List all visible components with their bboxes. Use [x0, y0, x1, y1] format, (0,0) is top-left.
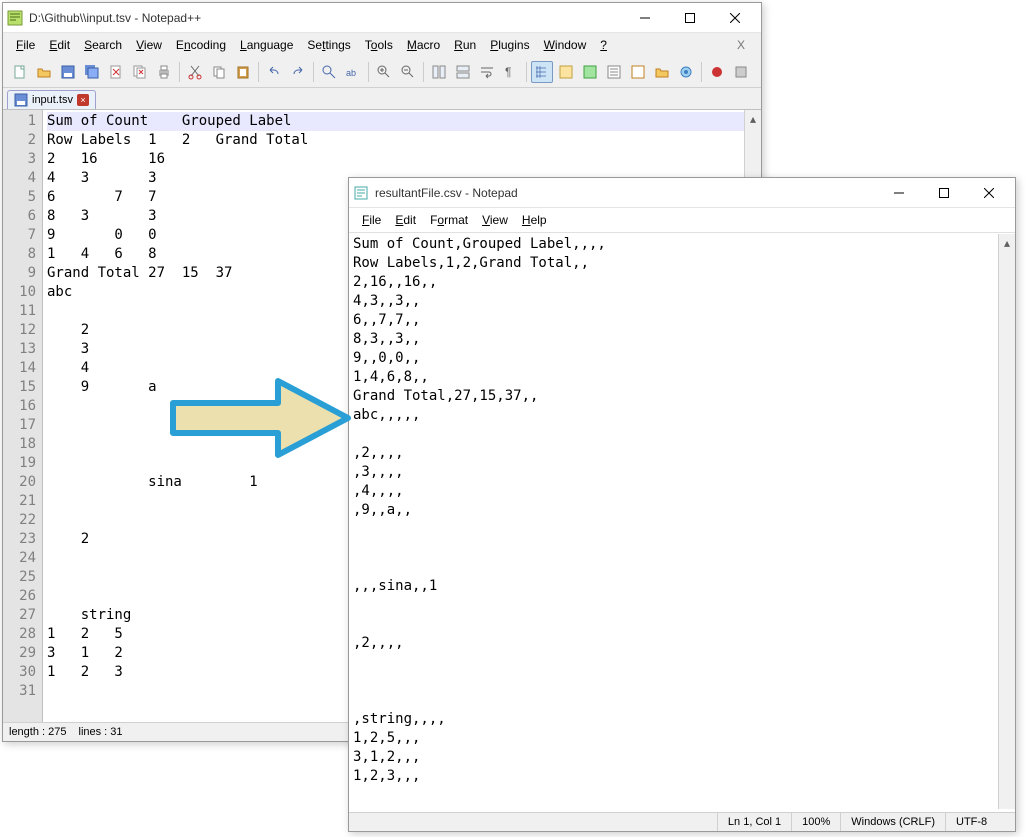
tab-label: input.tsv [32, 94, 73, 106]
transform-arrow-icon [168, 373, 353, 463]
close-all-icon[interactable] [129, 61, 151, 83]
menu-close-x[interactable]: X [727, 35, 755, 55]
wrap-icon[interactable] [476, 61, 498, 83]
np-title: resultantFile.csv - Notepad [375, 186, 876, 200]
svg-text:¶: ¶ [505, 65, 511, 79]
npp-toolbar: ab ¶ [3, 57, 761, 88]
find-icon[interactable] [318, 61, 340, 83]
status-zoom: 100% [791, 813, 840, 831]
menu-run[interactable]: Run [447, 35, 483, 55]
menu-window[interactable]: Window [537, 35, 594, 55]
folder-icon[interactable] [651, 61, 673, 83]
lang-ud-icon[interactable] [555, 61, 577, 83]
menu-view[interactable]: View [129, 35, 169, 55]
menu-format[interactable]: Format [423, 210, 475, 230]
npp-titlebar[interactable]: D:\Github\\input.tsv - Notepad++ [3, 3, 761, 33]
status-pos: Ln 1, Col 1 [717, 813, 791, 831]
menu-encoding[interactable]: Encoding [169, 35, 233, 55]
menu-plugins[interactable]: Plugins [483, 35, 536, 55]
menu-tools[interactable]: Tools [358, 35, 400, 55]
menu-file[interactable]: File [355, 210, 388, 230]
tab-input-tsv[interactable]: input.tsv × [7, 90, 96, 109]
stop-icon[interactable] [730, 61, 752, 83]
disk-icon [14, 93, 28, 107]
close-button[interactable] [966, 179, 1011, 207]
save-all-icon[interactable] [81, 61, 103, 83]
npp-tabbar: input.tsv × [3, 88, 761, 110]
sync-v-icon[interactable] [428, 61, 450, 83]
replace-icon[interactable]: ab [342, 61, 364, 83]
cut-icon[interactable] [184, 61, 206, 83]
maximize-button[interactable] [667, 4, 712, 32]
npp-title: D:\Github\\input.tsv - Notepad++ [29, 11, 622, 25]
indent-guide-icon[interactable] [531, 61, 553, 83]
maximize-button[interactable] [921, 179, 966, 207]
np-menubar: File Edit Format View Help [349, 208, 1015, 233]
zoom-in-icon[interactable] [373, 61, 395, 83]
menu-view[interactable]: View [475, 210, 515, 230]
npp-menubar: File Edit Search View Encoding Language … [3, 33, 761, 57]
menu-help[interactable]: ? [593, 35, 614, 55]
save-icon[interactable] [57, 61, 79, 83]
redo-icon[interactable] [287, 61, 309, 83]
print-icon[interactable] [153, 61, 175, 83]
menu-edit[interactable]: Edit [388, 210, 423, 230]
status-lines: lines : 31 [79, 726, 123, 738]
npp-app-icon [7, 10, 23, 26]
func-list-icon[interactable] [627, 61, 649, 83]
notepad-window: resultantFile.csv - Notepad File Edit Fo… [348, 177, 1016, 832]
menu-macro[interactable]: Macro [400, 35, 447, 55]
svg-text:ab: ab [346, 68, 356, 78]
open-file-icon[interactable] [33, 61, 55, 83]
tab-close-icon[interactable]: × [77, 94, 89, 106]
menu-settings[interactable]: Settings [300, 35, 357, 55]
doc-map-icon[interactable] [579, 61, 601, 83]
scroll-up-arrow[interactable]: ▴ [999, 234, 1015, 251]
line-number-gutter: 1234567891011121314151617181920212223242… [3, 110, 43, 722]
minimize-button[interactable] [876, 179, 921, 207]
status-eol: Windows (CRLF) [840, 813, 945, 831]
scroll-up-arrow[interactable]: ▴ [745, 110, 761, 127]
new-file-icon[interactable] [9, 61, 31, 83]
np-statusbar: Ln 1, Col 1 100% Windows (CRLF) UTF-8 [349, 812, 1015, 831]
menu-search[interactable]: Search [77, 35, 129, 55]
close-button[interactable] [712, 4, 757, 32]
close-file-icon[interactable] [105, 61, 127, 83]
notepad-body[interactable]: Sum of Count,Grouped Label,,,, Row Label… [349, 233, 1015, 812]
menu-help[interactable]: Help [515, 210, 554, 230]
copy-icon[interactable] [208, 61, 230, 83]
doc-list-icon[interactable] [603, 61, 625, 83]
show-all-chars-icon[interactable]: ¶ [500, 61, 522, 83]
vertical-scrollbar[interactable]: ▴ [998, 234, 1015, 809]
minimize-button[interactable] [622, 4, 667, 32]
status-enc: UTF-8 [945, 813, 1015, 831]
monitor-icon[interactable] [675, 61, 697, 83]
notepad-app-icon [353, 185, 369, 201]
menu-language[interactable]: Language [233, 35, 300, 55]
undo-icon[interactable] [263, 61, 285, 83]
menu-file[interactable]: File [9, 35, 42, 55]
zoom-out-icon[interactable] [397, 61, 419, 83]
paste-icon[interactable] [232, 61, 254, 83]
menu-edit[interactable]: Edit [42, 35, 77, 55]
sync-h-icon[interactable] [452, 61, 474, 83]
status-length: length : 275 [9, 726, 67, 738]
record-icon[interactable] [706, 61, 728, 83]
np-titlebar[interactable]: resultantFile.csv - Notepad [349, 178, 1015, 208]
